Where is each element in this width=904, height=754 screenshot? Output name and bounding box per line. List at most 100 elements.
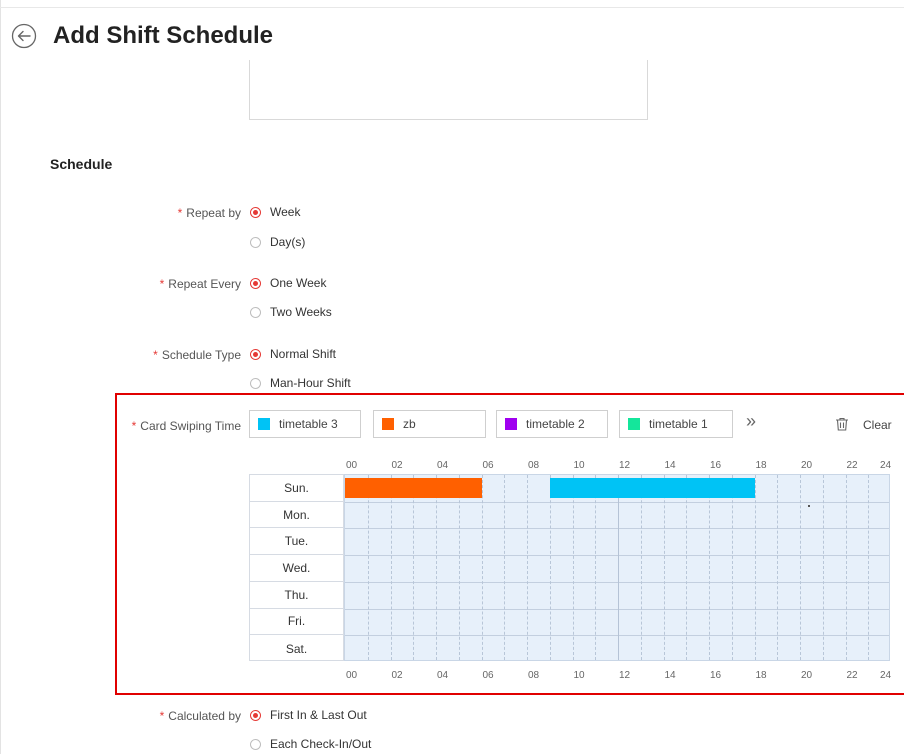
clear-button[interactable]: Clear (863, 418, 892, 432)
color-swatch (382, 418, 394, 430)
hour-label: 02 (391, 670, 403, 681)
cursor-dot (808, 505, 810, 507)
day-label: Sat. (285, 641, 308, 656)
color-swatch (628, 418, 640, 430)
radio-checked-icon (250, 348, 261, 360)
timetable-chip-timetable-1[interactable]: timetable 1 (619, 410, 733, 438)
radio-label: Two Weeks (270, 305, 332, 319)
radio-each-check-in-out[interactable]: Each Check-In/Out (250, 737, 371, 751)
trash-icon[interactable] (835, 417, 849, 431)
color-swatch (258, 418, 270, 430)
radio-checked-icon (250, 206, 261, 218)
repeat-every-label: * Repeat Every (159, 277, 241, 291)
hour-label: 16 (710, 460, 722, 471)
day-label: Fri. (250, 609, 343, 636)
radio-label: Day(s) (270, 235, 306, 249)
hour-scale-top: 00 02 04 06 08 10 12 14 16 18 20 22 24 (344, 460, 892, 474)
description-textarea[interactable] (249, 60, 648, 120)
timetable-name: timetable 3 (279, 417, 338, 431)
hour-gridline (367, 475, 369, 660)
hour-label: 06 (482, 460, 494, 471)
hour-label: 16 (710, 670, 722, 681)
radio-label: First In & Last Out (270, 708, 367, 722)
hour-label: 08 (528, 460, 540, 471)
row-divider (345, 555, 889, 557)
hour-gridline (549, 475, 551, 660)
hour-gridline (413, 475, 415, 660)
hour-gridline (458, 475, 460, 660)
row-divider (345, 608, 889, 610)
radio-repeat-week[interactable]: Week (250, 205, 300, 219)
hour-label: 06 (482, 670, 494, 681)
hour-label: 22 (846, 670, 858, 681)
page-title: Add Shift Schedule (53, 22, 274, 49)
hour-label: 20 (801, 460, 813, 471)
double-chevron-right-icon[interactable]: » (746, 411, 756, 432)
hour-label: 02 (391, 460, 403, 471)
hour-label: 00 (346, 460, 358, 471)
hour-gridline (527, 475, 528, 660)
hour-gridline (663, 475, 665, 660)
hour-gridline (686, 475, 688, 660)
hour-label: 18 (755, 670, 767, 681)
radio-man-hour-shift[interactable]: Man-Hour Shift (250, 376, 351, 390)
radio-one-week[interactable]: One Week (250, 276, 326, 290)
row-divider (345, 635, 889, 637)
radio-label: Week (270, 205, 301, 219)
hour-gridline (618, 475, 619, 660)
left-border (0, 0, 1, 754)
schedule-timeline[interactable] (344, 474, 890, 661)
repeat-by-label: * Repeat by (177, 206, 241, 220)
radio-repeat-days[interactable]: Day(s) (250, 235, 305, 249)
hour-label: 04 (437, 460, 449, 471)
row-divider (345, 528, 889, 530)
radio-unchecked-icon (250, 236, 261, 248)
back-arrow-icon[interactable] (11, 23, 37, 49)
hour-label: 24 (880, 460, 892, 471)
radio-checked-icon (250, 709, 261, 721)
radio-normal-shift[interactable]: Normal Shift (250, 347, 336, 361)
hour-gridline (868, 475, 870, 660)
timetable-chip-zb[interactable]: zb (373, 410, 486, 438)
top-border (0, 7, 904, 8)
hour-gridline (845, 475, 847, 660)
timetable-chip-timetable-3[interactable]: timetable 3 (249, 410, 361, 438)
radio-label: Normal Shift (270, 347, 337, 361)
hour-gridline (504, 475, 506, 660)
radio-first-in-last-out[interactable]: First In & Last Out (250, 708, 367, 722)
hour-label: 18 (755, 460, 767, 471)
hour-label: 24 (880, 670, 892, 681)
hour-gridline (754, 475, 756, 660)
row-divider (345, 581, 889, 583)
day-label: Mon. (250, 502, 343, 529)
radio-unchecked-icon (250, 377, 261, 389)
hour-label: 10 (573, 460, 585, 471)
radio-unchecked-icon (250, 306, 261, 318)
schedule-segment[interactable] (345, 478, 482, 498)
radio-label: One Week (270, 276, 327, 290)
radio-unchecked-icon (250, 738, 261, 750)
hour-gridline (436, 475, 437, 660)
hour-gridline (481, 475, 483, 660)
hour-label: 10 (573, 670, 585, 681)
hour-label: 14 (664, 460, 676, 471)
hour-label: 08 (528, 670, 540, 681)
hour-gridline (777, 475, 779, 660)
hour-label: 04 (437, 670, 449, 681)
hour-label: 12 (619, 670, 631, 681)
hour-gridline (390, 475, 392, 660)
schedule-type-label: * Schedule Type (153, 348, 241, 362)
timetable-chip-timetable-2[interactable]: timetable 2 (496, 410, 608, 438)
card-swiping-label: * Card Swiping Time (131, 419, 241, 433)
hour-gridline (822, 475, 824, 660)
schedule-segment[interactable] (549, 478, 755, 498)
day-label: Sun. (250, 475, 343, 502)
hour-gridline (640, 475, 642, 660)
radio-two-weeks[interactable]: Two Weeks (250, 305, 332, 319)
hour-label: 22 (846, 460, 858, 471)
hour-gridline (572, 475, 574, 660)
day-label: Wed. (250, 555, 343, 582)
radio-checked-icon (250, 277, 261, 289)
day-column: Sun. Mon. Tue. Wed. Thu. Fri. Sat. (249, 474, 344, 661)
radio-label: Man-Hour Shift (270, 376, 351, 390)
